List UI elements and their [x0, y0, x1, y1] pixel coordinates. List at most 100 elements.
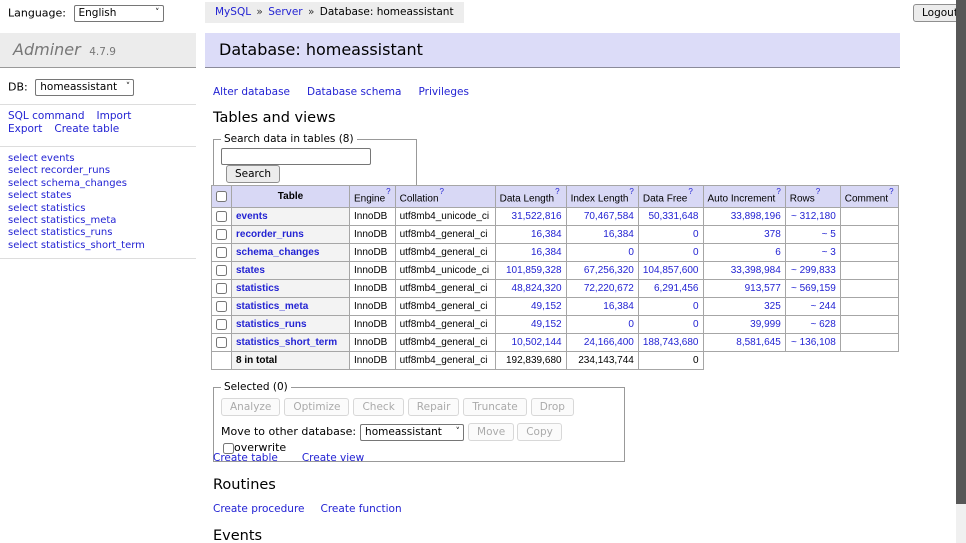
row-checkbox[interactable] — [216, 229, 227, 240]
table-link-statistics-runs[interactable]: statistics_runs — [236, 319, 307, 330]
move-button[interactable]: Move — [468, 423, 514, 441]
data-length-link[interactable]: 31,522,816 — [512, 211, 562, 222]
scrollbar[interactable] — [956, 0, 966, 543]
rows-link[interactable]: ~ 569,159 — [791, 283, 836, 294]
row-checkbox[interactable] — [216, 301, 227, 312]
breadcrumb-mysql-link[interactable]: MySQL — [215, 6, 251, 18]
search-input[interactable] — [221, 148, 371, 165]
move-db-select[interactable]: homeassistant˅ — [360, 424, 464, 441]
auto-increment-link[interactable]: 913,577 — [745, 283, 781, 294]
column-help-link[interactable]: ? — [776, 187, 780, 196]
column-help-link[interactable]: ? — [386, 187, 390, 196]
index-length-link[interactable]: 24,166,400 — [584, 337, 634, 348]
analyze-button[interactable]: Analyze — [221, 398, 280, 416]
row-checkbox[interactable] — [216, 265, 227, 276]
column-help-link[interactable]: ? — [816, 187, 820, 196]
copy-button[interactable]: Copy — [517, 423, 562, 441]
table-link-statistics-meta[interactable]: statistics_meta — [236, 301, 308, 312]
data-length-link[interactable]: 16,384 — [531, 229, 562, 240]
sidebar-action-export[interactable]: Export — [8, 123, 42, 136]
row-checkbox[interactable] — [216, 319, 227, 330]
rows-link[interactable]: ~ 312,180 — [791, 211, 836, 222]
rows-link[interactable]: ~ 299,833 — [791, 265, 836, 276]
column-help-link[interactable]: ? — [688, 187, 692, 196]
optimize-button[interactable]: Optimize — [284, 398, 349, 416]
rows-link[interactable]: ~ 5 — [822, 229, 836, 240]
index-length-link[interactable]: 67,256,320 — [584, 265, 634, 276]
column-help-link[interactable]: ? — [629, 187, 633, 196]
check-button[interactable]: Check — [353, 398, 403, 416]
rows-link[interactable]: ~ 136,108 — [791, 337, 836, 348]
auto-increment-link[interactable]: 325 — [764, 301, 781, 312]
table-link-schema-changes[interactable]: schema_changes — [236, 247, 319, 258]
sidebar-select-schema-changes[interactable]: select schema_changes — [8, 178, 145, 190]
repair-button[interactable]: Repair — [408, 398, 460, 416]
row-checkbox[interactable] — [216, 247, 227, 258]
index-length-link[interactable]: 16,384 — [603, 301, 634, 312]
link-create-function[interactable]: Create function — [321, 503, 402, 515]
data-free-link[interactable]: 0 — [693, 229, 699, 240]
index-length-link[interactable]: 0 — [628, 247, 634, 258]
link-database-schema[interactable]: Database schema — [307, 86, 401, 98]
app-version[interactable]: 4.7.9 — [89, 46, 116, 58]
index-length-link[interactable]: 0 — [628, 319, 634, 330]
row-checkbox[interactable] — [216, 337, 227, 348]
data-free-link[interactable]: 188,743,680 — [643, 337, 699, 348]
auto-increment-link[interactable]: 378 — [764, 229, 781, 240]
db-select[interactable]: homeassistant ˅ — [35, 79, 134, 96]
sidebar-select-statistics[interactable]: select statistics — [8, 203, 145, 215]
sidebar-action-sql-command[interactable]: SQL command — [8, 110, 85, 123]
breadcrumb-server-link[interactable]: Server — [268, 6, 302, 18]
link-create-view[interactable]: Create view — [302, 452, 364, 464]
sidebar-select-events[interactable]: select events — [8, 153, 145, 165]
data-length-link[interactable]: 101,859,328 — [506, 265, 562, 276]
index-length-link[interactable]: 72,220,672 — [584, 283, 634, 294]
link-create-table[interactable]: Create table — [213, 452, 278, 464]
link-alter-database[interactable]: Alter database — [213, 86, 290, 98]
select-all-checkbox[interactable] — [216, 191, 227, 202]
column-help-link[interactable]: ? — [889, 187, 893, 196]
data-free-link[interactable]: 104,857,600 — [643, 265, 699, 276]
auto-increment-link[interactable]: 33,398,984 — [731, 265, 781, 276]
data-length-link[interactable]: 10,502,144 — [512, 337, 562, 348]
column-help-link[interactable]: ? — [440, 187, 444, 196]
table-link-events[interactable]: events — [236, 211, 268, 222]
auto-increment-link[interactable]: 39,999 — [750, 319, 781, 330]
rows-link[interactable]: ~ 628 — [810, 319, 835, 330]
data-length-link[interactable]: 49,152 — [531, 301, 562, 312]
data-free-link[interactable]: 0 — [693, 301, 699, 312]
sidebar-select-statistics-short-term[interactable]: select statistics_short_term — [8, 240, 145, 252]
data-length-link[interactable]: 48,824,320 — [512, 283, 562, 294]
link-create-procedure[interactable]: Create procedure — [213, 503, 305, 515]
table-link-recorder-runs[interactable]: recorder_runs — [236, 229, 304, 240]
language-select[interactable]: English ˅ — [74, 5, 164, 22]
scrollbar-thumb[interactable] — [956, 0, 966, 504]
sidebar-select-recorder-runs[interactable]: select recorder_runs — [8, 165, 145, 177]
app-name[interactable]: Adminer — [13, 40, 81, 59]
data-free-link[interactable]: 50,331,648 — [648, 211, 698, 222]
table-link-statistics[interactable]: statistics — [236, 283, 279, 294]
search-button[interactable]: Search — [226, 165, 280, 183]
sidebar-select-statistics-runs[interactable]: select statistics_runs — [8, 227, 145, 239]
sidebar-select-states[interactable]: select states — [8, 190, 145, 202]
rows-link[interactable]: ~ 244 — [810, 301, 835, 312]
rows-link[interactable]: ~ 3 — [822, 247, 836, 258]
auto-increment-link[interactable]: 33,898,196 — [731, 211, 781, 222]
data-free-link[interactable]: 6,291,456 — [654, 283, 699, 294]
row-checkbox[interactable] — [216, 283, 227, 294]
drop-button[interactable]: Drop — [531, 398, 574, 416]
sidebar-select-statistics-meta[interactable]: select statistics_meta — [8, 215, 145, 227]
table-link-states[interactable]: states — [236, 265, 265, 276]
auto-increment-link[interactable]: 6 — [775, 247, 781, 258]
data-length-link[interactable]: 49,152 — [531, 319, 562, 330]
data-free-link[interactable]: 0 — [693, 319, 699, 330]
sidebar-action-import[interactable]: Import — [97, 110, 132, 123]
auto-increment-link[interactable]: 8,581,645 — [736, 337, 781, 348]
data-free-link[interactable]: 0 — [693, 247, 699, 258]
link-privileges[interactable]: Privileges — [418, 86, 469, 98]
sidebar-action-create-table[interactable]: Create table — [54, 123, 119, 136]
table-link-statistics-short-term[interactable]: statistics_short_term — [236, 337, 337, 348]
index-length-link[interactable]: 16,384 — [603, 229, 634, 240]
column-help-link[interactable]: ? — [555, 187, 559, 196]
truncate-button[interactable]: Truncate — [463, 398, 526, 416]
